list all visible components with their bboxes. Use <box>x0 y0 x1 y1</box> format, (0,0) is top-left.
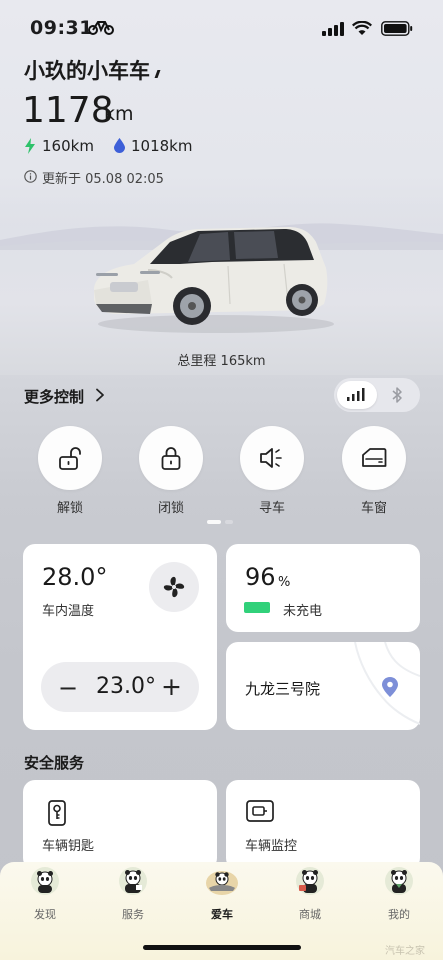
range-value: 1178 <box>22 90 114 131</box>
panda-car-icon[interactable] <box>205 866 239 896</box>
tab-mall[interactable]: 商城 <box>280 906 340 922</box>
tab-profile[interactable]: 我的 <box>369 906 429 922</box>
battery-percent: 96 <box>245 563 276 591</box>
bolt-icon <box>25 138 35 154</box>
car-name[interactable]: 小玖的小车车 <box>24 55 150 85</box>
lock-button[interactable] <box>139 426 203 490</box>
decrease-temp-button[interactable]: − <box>58 674 78 702</box>
panda-profile-icon[interactable] <box>384 866 414 896</box>
location-name: 九龙三号院 <box>245 680 321 698</box>
setpoint-value: 23.0° <box>96 674 156 699</box>
info-icon <box>24 170 37 183</box>
increase-temp-button[interactable]: + <box>161 672 182 701</box>
vehicle-monitor-card[interactable] <box>226 780 420 870</box>
edit-mark <box>154 70 161 78</box>
inside-temperature-label: 车内温度 <box>42 604 95 619</box>
tab-my-car[interactable]: 爱车 <box>192 906 252 922</box>
chevron-right-icon[interactable] <box>95 388 105 402</box>
vehicle-key-label: 车辆钥匙 <box>42 839 95 854</box>
lock-icon <box>161 447 181 470</box>
unlock-icon <box>59 447 81 470</box>
update-time: 更新于 05.08 02:05 <box>42 172 164 187</box>
panda-service-icon[interactable] <box>118 866 148 896</box>
battery-level-bar <box>244 602 270 613</box>
lock-label: 闭锁 <box>157 501 184 516</box>
electric-range: 160km <box>42 137 94 155</box>
find-car-button[interactable] <box>240 426 304 490</box>
tab-service[interactable]: 服务 <box>103 906 163 922</box>
pager-dot-active <box>207 520 221 524</box>
vehicle-monitor-icon <box>246 800 274 822</box>
bike-icon <box>88 21 114 35</box>
total-mileage: 总里程 165km <box>177 354 266 369</box>
find-car-label: 寻车 <box>258 501 285 516</box>
tab-discover[interactable]: 发现 <box>15 906 75 922</box>
fan-button[interactable] <box>149 562 199 612</box>
window-icon <box>362 448 387 467</box>
speaker-icon <box>260 448 282 468</box>
battery-percent-unit: % <box>278 575 291 590</box>
panda-mall-icon[interactable] <box>295 866 325 896</box>
vehicle-monitor-label: 车辆监控 <box>245 839 298 854</box>
unlock-button[interactable] <box>38 426 102 490</box>
more-controls-link[interactable]: 更多控制 <box>24 386 84 407</box>
watermark: 汽车之家 <box>385 946 425 957</box>
charge-status: 未充电 <box>283 604 323 619</box>
signal-icon <box>322 22 344 36</box>
panda-discover-icon[interactable] <box>30 866 60 896</box>
bluetooth-icon[interactable] <box>392 386 403 404</box>
unlock-label: 解锁 <box>56 501 83 516</box>
location-pin-icon <box>382 677 398 697</box>
car-image[interactable] <box>88 218 338 338</box>
battery-status-icon <box>381 21 413 36</box>
range-unit: km <box>104 103 134 125</box>
home-indicator[interactable] <box>143 945 301 950</box>
wifi-icon <box>352 21 372 35</box>
inside-temperature: 28.0° <box>42 563 108 591</box>
fan-icon <box>163 576 185 598</box>
window-label: 车窗 <box>360 501 387 516</box>
fuel-range: 1018km <box>131 137 193 155</box>
window-button[interactable] <box>342 426 406 490</box>
vehicle-key-icon <box>48 800 66 826</box>
pager-dot <box>225 520 233 524</box>
status-time: 09:31 <box>30 17 93 39</box>
safety-section-title: 安全服务 <box>24 754 85 772</box>
fuel-drop-icon <box>114 138 125 153</box>
cellular-signal-icon <box>347 388 365 401</box>
